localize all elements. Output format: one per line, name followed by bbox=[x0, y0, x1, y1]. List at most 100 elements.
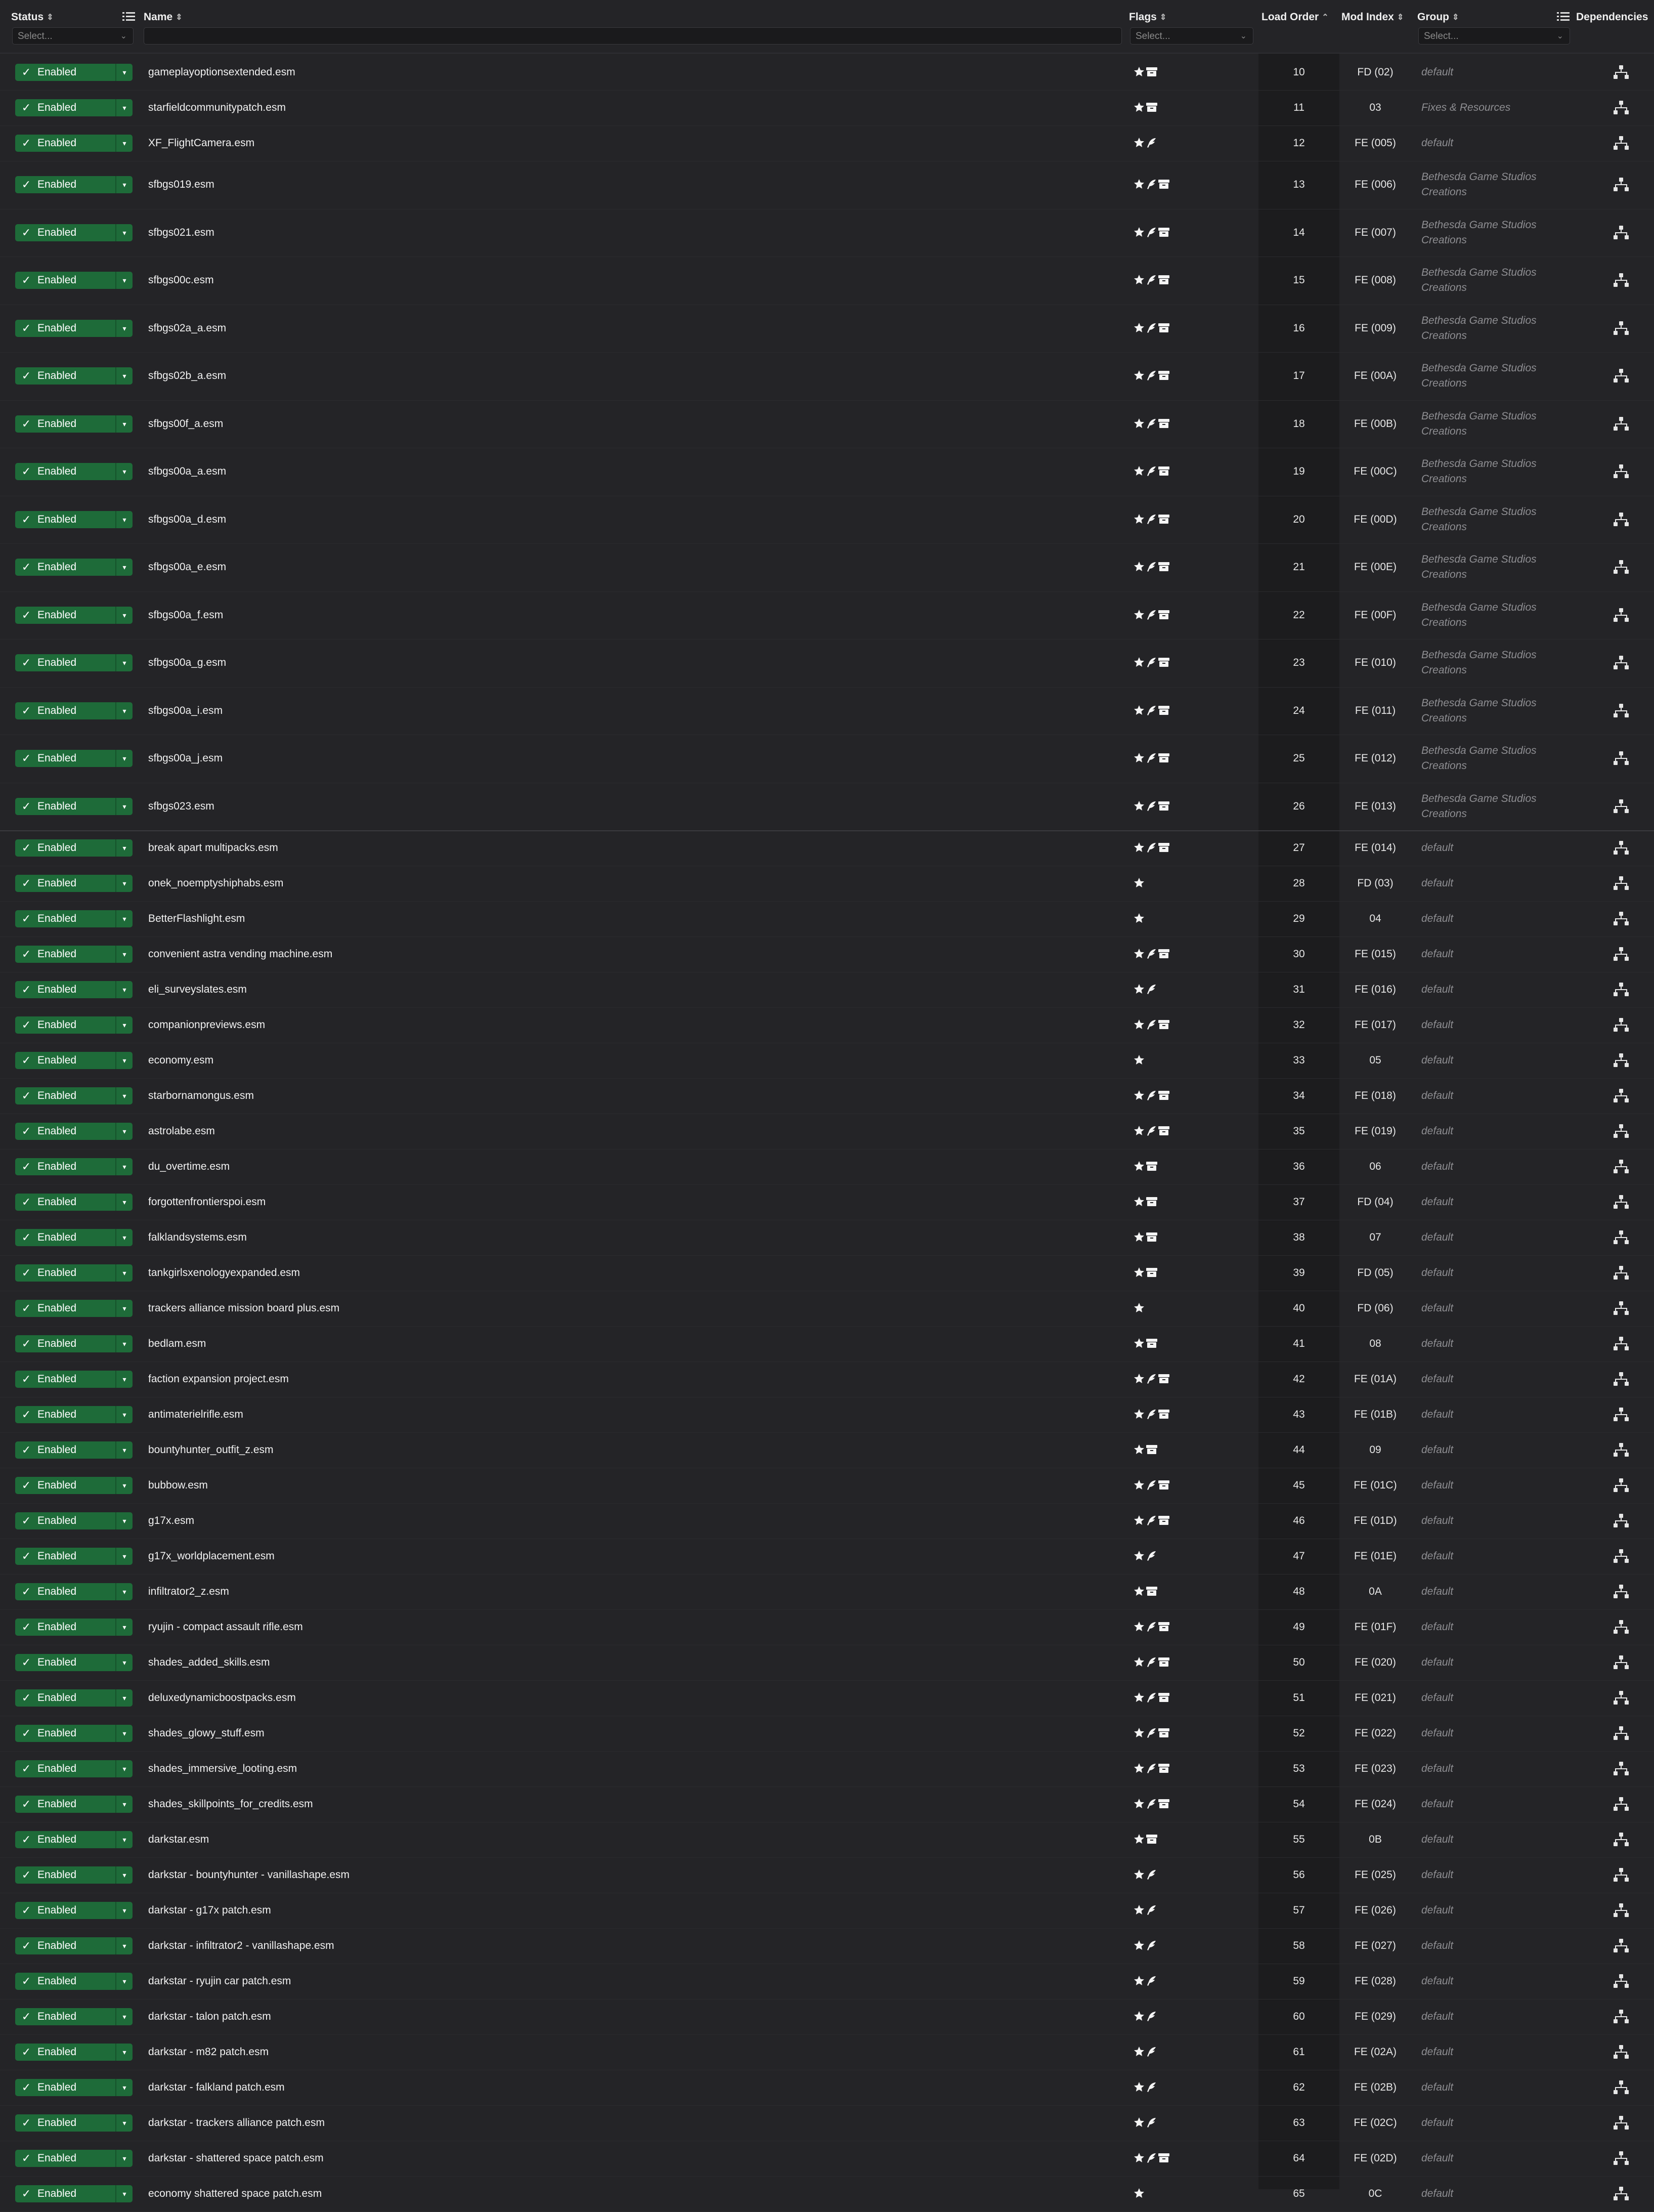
caret-down-icon[interactable]: ▾ bbox=[115, 1619, 133, 1636]
caret-down-icon[interactable]: ▾ bbox=[115, 1123, 133, 1140]
caret-down-icon[interactable]: ▾ bbox=[115, 2079, 133, 2096]
dependencies-icon[interactable] bbox=[1613, 225, 1633, 242]
caret-down-icon[interactable]: ▾ bbox=[115, 135, 133, 152]
dependencies-icon[interactable] bbox=[1613, 1867, 1633, 1885]
caret-down-icon[interactable]: ▾ bbox=[115, 2008, 133, 2025]
caret-down-icon[interactable]: ▾ bbox=[115, 1158, 133, 1175]
status-dropdown[interactable]: ✓ Enabled ▾ bbox=[15, 1335, 133, 1352]
status-dropdown[interactable]: ✓ Enabled ▾ bbox=[15, 875, 133, 892]
name-column-header[interactable]: Name ⇕ bbox=[144, 11, 183, 23]
dependencies-icon[interactable] bbox=[1613, 368, 1633, 386]
status-dropdown[interactable]: ✓ Enabled ▾ bbox=[15, 1760, 133, 1777]
status-dropdown[interactable]: ✓ Enabled ▾ bbox=[15, 319, 133, 337]
caret-down-icon[interactable]: ▾ bbox=[115, 1796, 133, 1813]
caret-down-icon[interactable]: ▾ bbox=[115, 1973, 133, 1990]
plugin-row[interactable]: ✓ Enabled ▾ darkstar - bountyhunter - vanil… bbox=[0, 1857, 1654, 1893]
dependencies-icon[interactable] bbox=[1613, 100, 1633, 117]
caret-down-icon[interactable]: ▾ bbox=[115, 1831, 133, 1848]
caret-down-icon[interactable]: ▾ bbox=[115, 367, 133, 385]
caret-down-icon[interactable]: ▾ bbox=[115, 910, 133, 927]
dependencies-icon[interactable] bbox=[1613, 1832, 1633, 1849]
caret-down-icon[interactable]: ▾ bbox=[115, 1300, 133, 1317]
status-dropdown[interactable]: ✓ Enabled ▾ bbox=[15, 797, 133, 815]
dependencies-icon[interactable] bbox=[1613, 1620, 1633, 1637]
plugin-row[interactable]: ✓ Enabled ▾ break apart multipacks.esm 27 FE … bbox=[0, 830, 1654, 866]
dependencies-icon[interactable] bbox=[1613, 136, 1633, 153]
dependencies-icon[interactable] bbox=[1613, 947, 1633, 964]
plugin-row[interactable]: ✓ Enabled ▾ sfbgs02b_a.esm 17 FE (00A) Bethesd… bbox=[0, 352, 1654, 401]
caret-down-icon[interactable]: ▾ bbox=[115, 1406, 133, 1423]
status-dropdown[interactable]: ✓ Enabled ▾ bbox=[15, 1973, 133, 1990]
status-dropdown[interactable]: ✓ Enabled ▾ bbox=[15, 1016, 133, 1034]
dependencies-icon[interactable] bbox=[1613, 416, 1633, 434]
plugin-row[interactable]: ✓ Enabled ▾ shades_immersive_looting.esm 53 F… bbox=[0, 1751, 1654, 1787]
plugin-row[interactable]: ✓ Enabled ▾ darkstar - infiltrator2 - vanil… bbox=[0, 1928, 1654, 1964]
plugin-row[interactable]: ✓ Enabled ▾ darkstar - talon patch.esm 60 FE … bbox=[0, 1999, 1654, 2035]
status-dropdown[interactable]: ✓ Enabled ▾ bbox=[15, 1158, 133, 1175]
caret-down-icon[interactable]: ▾ bbox=[115, 1760, 133, 1777]
status-dropdown[interactable]: ✓ Enabled ▾ bbox=[15, 1654, 133, 1671]
flags-filter-select[interactable]: Select... ⌄ bbox=[1130, 27, 1253, 45]
dependencies-icon[interactable] bbox=[1613, 1195, 1633, 1212]
status-dropdown[interactable]: ✓ Enabled ▾ bbox=[15, 1725, 133, 1742]
dependencies-icon[interactable] bbox=[1613, 1974, 1633, 1991]
dependencies-icon[interactable] bbox=[1613, 2009, 1633, 2026]
caret-down-icon[interactable]: ▾ bbox=[115, 1548, 133, 1565]
dependencies-icon[interactable] bbox=[1613, 608, 1633, 625]
status-dropdown[interactable]: ✓ Enabled ▾ bbox=[15, 511, 133, 528]
plugin-row[interactable]: ✓ Enabled ▾ ryujin - compact assault rifle.… bbox=[0, 1609, 1654, 1645]
plugin-row[interactable]: ✓ Enabled ▾ du_overtime.esm 36 06 default bbox=[0, 1149, 1654, 1185]
dependencies-icon[interactable] bbox=[1613, 560, 1633, 577]
dependencies-icon[interactable] bbox=[1613, 1372, 1633, 1389]
caret-down-icon[interactable]: ▾ bbox=[115, 702, 133, 719]
dependencies-icon[interactable] bbox=[1613, 1088, 1633, 1105]
name-filter-input[interactable] bbox=[144, 27, 1122, 45]
status-dropdown[interactable]: ✓ Enabled ▾ bbox=[15, 2079, 133, 2096]
plugin-row[interactable]: ✓ Enabled ▾ sfbgs00f_a.esm 18 FE (00B) Bethesd… bbox=[0, 400, 1654, 448]
caret-down-icon[interactable]: ▾ bbox=[115, 1371, 133, 1388]
caret-down-icon[interactable]: ▾ bbox=[115, 1937, 133, 1954]
status-filter-select[interactable]: Select... ⌄ bbox=[12, 27, 134, 45]
caret-down-icon[interactable]: ▾ bbox=[115, 1583, 133, 1600]
plugin-row[interactable]: ✓ Enabled ▾ tankgirlsxenologyexpanded.esm 39… bbox=[0, 1255, 1654, 1291]
plugin-row[interactable]: ✓ Enabled ▾ bubbow.esm 45 FE (01C) default bbox=[0, 1468, 1654, 1504]
dependencies-icon[interactable] bbox=[1613, 876, 1633, 893]
plugin-row[interactable]: ✓ Enabled ▾ deluxedynamicboostpacks.esm 51 FE… bbox=[0, 1680, 1654, 1716]
plugin-row[interactable]: ✓ Enabled ▾ economy shattered space patch.e… bbox=[0, 2176, 1654, 2212]
caret-down-icon[interactable]: ▾ bbox=[115, 1689, 133, 1707]
caret-down-icon[interactable]: ▾ bbox=[115, 797, 133, 815]
plugin-row[interactable]: ✓ Enabled ▾ bedlam.esm 41 08 default bbox=[0, 1326, 1654, 1362]
load-order-column-header[interactable]: Load Order ⌃ bbox=[1261, 11, 1329, 23]
dependencies-icon[interactable] bbox=[1613, 273, 1633, 290]
plugin-row[interactable]: ✓ Enabled ▾ trackers alliance mission board… bbox=[0, 1291, 1654, 1327]
plugin-row[interactable]: ✓ Enabled ▾ onek_noemptyshiphabs.esm 28 FD (0… bbox=[0, 866, 1654, 902]
status-dropdown[interactable]: ✓ Enabled ▾ bbox=[15, 1052, 133, 1069]
dependencies-icon[interactable] bbox=[1613, 911, 1633, 928]
plugin-row[interactable]: ✓ Enabled ▾ sfbgs019.esm 13 FE (006) Bethesda … bbox=[0, 161, 1654, 209]
plugin-row[interactable]: ✓ Enabled ▾ sfbgs021.esm 14 FE (007) Bethesda … bbox=[0, 209, 1654, 257]
status-dropdown[interactable]: ✓ Enabled ▾ bbox=[15, 1831, 133, 1848]
caret-down-icon[interactable]: ▾ bbox=[115, 224, 133, 241]
status-dropdown[interactable]: ✓ Enabled ▾ bbox=[15, 2150, 133, 2167]
caret-down-icon[interactable]: ▾ bbox=[115, 1441, 133, 1459]
plugin-row[interactable]: ✓ Enabled ▾ starbornamongus.esm 34 FE (018) de… bbox=[0, 1078, 1654, 1114]
dependencies-icon[interactable] bbox=[1613, 1301, 1633, 1318]
dependencies-icon[interactable] bbox=[1613, 1797, 1633, 1814]
plugin-row[interactable]: ✓ Enabled ▾ companionpreviews.esm 32 FE (017)… bbox=[0, 1007, 1654, 1043]
plugin-row[interactable]: ✓ Enabled ▾ bountyhunter_outfit_z.esm 44 09 de… bbox=[0, 1432, 1654, 1468]
status-dropdown[interactable]: ✓ Enabled ▾ bbox=[15, 559, 133, 576]
status-dropdown[interactable]: ✓ Enabled ▾ bbox=[15, 1477, 133, 1494]
dependencies-icon[interactable] bbox=[1613, 1478, 1633, 1495]
status-dropdown[interactable]: ✓ Enabled ▾ bbox=[15, 1619, 133, 1636]
status-dropdown[interactable]: ✓ Enabled ▾ bbox=[15, 750, 133, 768]
caret-down-icon[interactable]: ▾ bbox=[115, 1902, 133, 1919]
status-dropdown[interactable]: ✓ Enabled ▾ bbox=[15, 1796, 133, 1813]
dependencies-icon[interactable] bbox=[1613, 1124, 1633, 1141]
status-dropdown[interactable]: ✓ Enabled ▾ bbox=[15, 1583, 133, 1600]
status-dropdown[interactable]: ✓ Enabled ▾ bbox=[15, 654, 133, 672]
dependencies-icon[interactable] bbox=[1613, 2151, 1633, 2168]
plugin-row[interactable]: ✓ Enabled ▾ XF_FlightCamera.esm 12 FE (005) de… bbox=[0, 125, 1654, 161]
caret-down-icon[interactable]: ▾ bbox=[115, 1052, 133, 1069]
dependencies-icon[interactable] bbox=[1613, 1903, 1633, 1920]
status-dropdown[interactable]: ✓ Enabled ▾ bbox=[15, 1229, 133, 1246]
